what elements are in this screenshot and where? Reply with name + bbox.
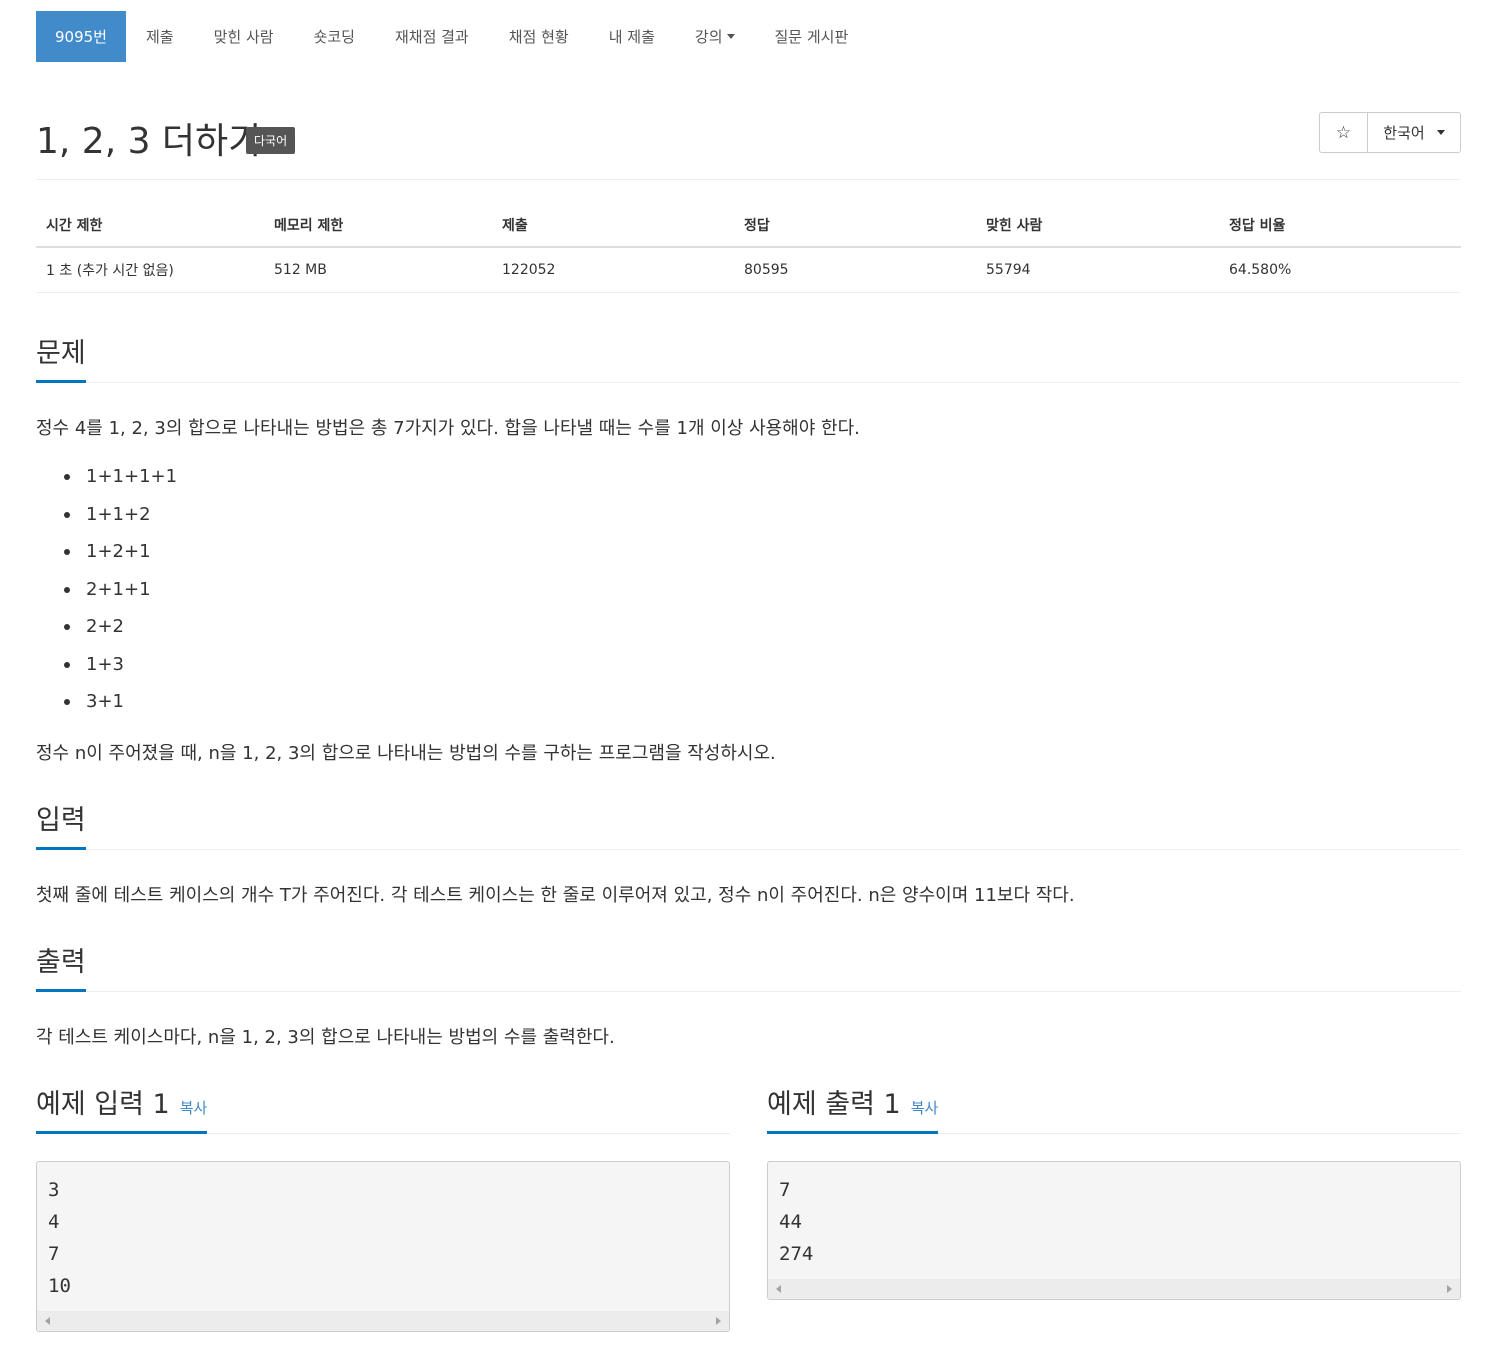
nav-tab-lectures[interactable]: 강의 [675,11,755,62]
input-section-header: 입력 [36,798,1461,850]
favorite-button[interactable]: ☆ [1320,113,1368,152]
nav-tab-qna-board[interactable]: 질문 게시판 [755,11,869,62]
language-select-label: 한국어 [1383,124,1425,142]
output-heading: 출력 [36,940,86,992]
sample-output-line: 7 [779,1179,791,1201]
sample-output-header: 예제 출력 1 복사 [767,1082,1461,1134]
scroll-left-icon[interactable] [776,1285,781,1293]
sample-output-title: 예제 출력 1 [767,1089,901,1120]
problem-nav: 9095번 제출 맞힌 사람 숏코딩 재채점 결과 채점 현황 내 제출 강의 … [36,11,868,62]
sample-input-title: 예제 입력 1 [36,1089,170,1120]
sample-input-line: 3 [48,1179,60,1201]
stats-header-solvers: 맞힌 사람 [976,203,1219,248]
stats-time-limit: 1 초 (추가 시간 없음) [36,247,264,293]
title-row: 1, 2, 3 더하기 다국어 ☆ 한국어 [36,108,1461,180]
stats-solvers: 55794 [976,247,1219,293]
stats-header-time-limit: 시간 제한 [36,203,264,248]
stats-value-row: 1 초 (추가 시간 없음) 512 MB 122052 80595 55794… [36,247,1461,293]
stats-header-memory-limit: 메모리 제한 [264,203,492,248]
copy-sample-output-button[interactable]: 복사 [911,1099,939,1117]
list-item: 1+3 [64,651,177,689]
nav-tab-my-submissions[interactable]: 내 제출 [589,11,675,62]
nav-tab-lectures-label: 강의 [694,28,723,46]
stats-header-accepted: 정답 [734,203,976,248]
nav-tab-submit[interactable]: 제출 [126,11,194,62]
nav-tab-rejudge-results[interactable]: 재채점 결과 [375,11,489,62]
page-title: 1, 2, 3 더하기 [36,121,262,162]
description-outro: 정수 n이 주어졌을 때, n을 1, 2, 3의 합으로 나타내는 방법의 수… [36,743,776,764]
sample-input-line: 10 [48,1275,71,1297]
list-item: 3+1 [64,688,177,726]
stats-memory-limit: 512 MB [264,247,492,293]
stats-submissions: 122052 [492,247,734,293]
output-description: 각 테스트 케이스마다, n을 1, 2, 3의 합으로 나타내는 방법의 수를… [36,1027,615,1048]
sample-output-line: 44 [779,1211,802,1233]
sample-input-line: 4 [48,1211,60,1233]
copy-sample-input-button[interactable]: 복사 [180,1099,208,1117]
scroll-right-icon[interactable] [1447,1285,1452,1293]
nav-tab-short-coding[interactable]: 숏코딩 [294,11,375,62]
stats-header-submissions: 제출 [492,203,734,248]
sample-input-line: 7 [48,1243,60,1265]
sample-input-heading: 예제 입력 1 복사 [36,1082,208,1134]
chevron-down-icon [726,34,735,39]
partition-list: 1+1+1+1 1+1+2 1+2+1 2+1+1 2+2 1+3 3+1 [64,463,177,726]
description-section-header: 문제 [36,331,1461,383]
input-heading: 입력 [36,798,86,850]
multilanguage-badge: 다국어 [246,127,296,154]
sample-output-heading: 예제 출력 1 복사 [767,1082,939,1134]
scroll-left-icon[interactable] [45,1317,50,1325]
stats-accept-ratio: 64.580% [1219,247,1461,293]
language-select[interactable]: 한국어 [1368,113,1460,152]
list-item: 2+1+1 [64,576,177,614]
sample-input-box[interactable]: 3 4 7 10 [36,1161,730,1332]
stats-header-row: 시간 제한 메모리 제한 제출 정답 맞힌 사람 정답 비율 [36,203,1461,248]
horizontal-scrollbar[interactable] [37,1311,729,1331]
problem-actions: ☆ 한국어 [1319,112,1461,153]
problem-stats-table: 시간 제한 메모리 제한 제출 정답 맞힌 사람 정답 비율 1 초 (추가 시… [36,203,1461,293]
stats-accepted: 80595 [734,247,976,293]
description-heading: 문제 [36,331,86,383]
nav-tab-judge-status[interactable]: 채점 현황 [489,11,589,62]
nav-tab-solvers[interactable]: 맞힌 사람 [194,11,294,62]
list-item: 1+1+2 [64,501,177,539]
list-item: 2+2 [64,613,177,651]
input-description: 첫째 줄에 테스트 케이스의 개수 T가 주어진다. 각 테스트 케이스는 한 … [36,885,1075,906]
chevron-down-icon [1436,130,1445,135]
list-item: 1+1+1+1 [64,463,177,501]
sample-output-line: 274 [779,1243,814,1265]
list-item: 1+2+1 [64,538,177,576]
stats-header-accept-ratio: 정답 비율 [1219,203,1461,248]
sample-input-header: 예제 입력 1 복사 [36,1082,730,1134]
description-intro: 정수 4를 1, 2, 3의 합으로 나타내는 방법은 총 7가지가 있다. 합… [36,418,860,439]
horizontal-scrollbar[interactable] [768,1279,1460,1299]
sample-output-box[interactable]: 7 44 274 [767,1161,1461,1300]
scroll-right-icon[interactable] [716,1317,721,1325]
output-section-header: 출력 [36,940,1461,992]
nav-tab-problem[interactable]: 9095번 [36,11,126,62]
star-icon: ☆ [1335,122,1352,143]
